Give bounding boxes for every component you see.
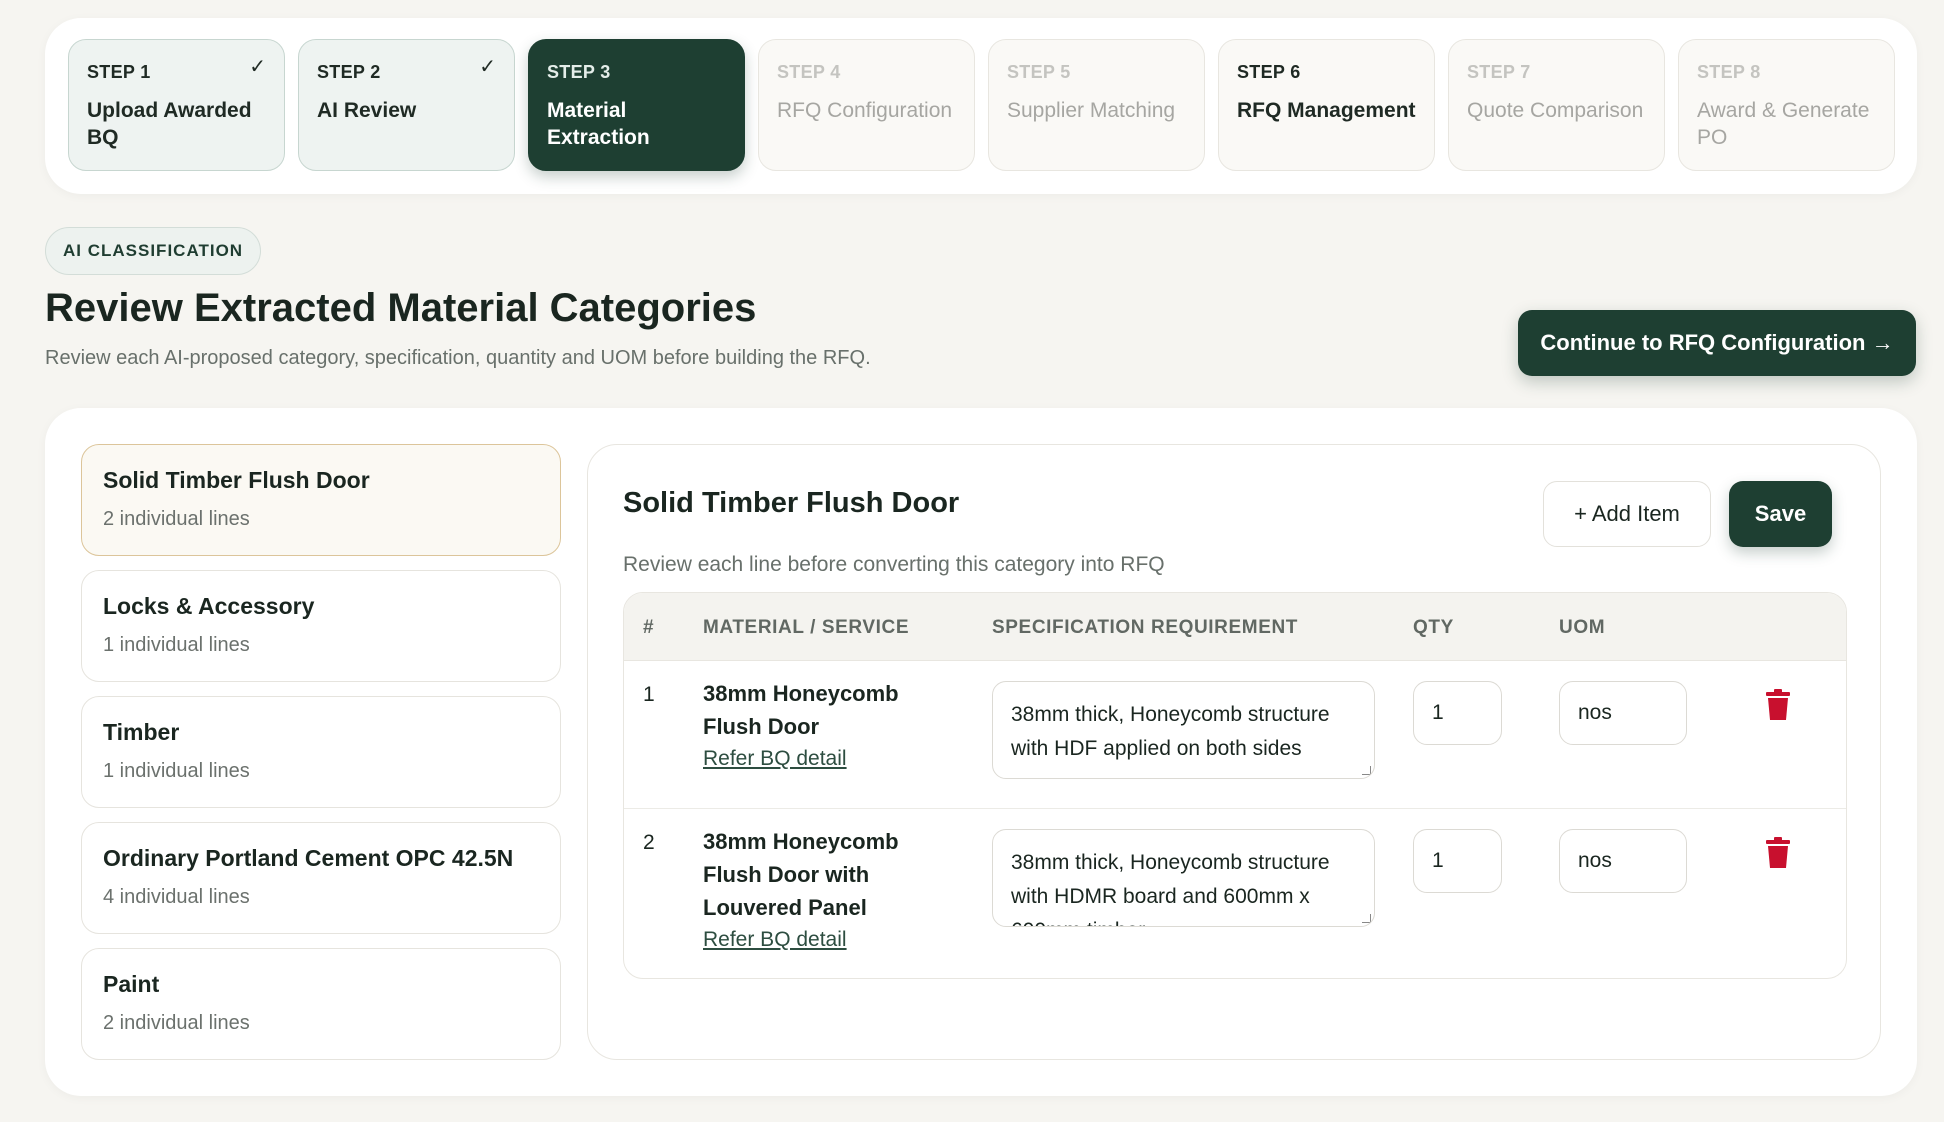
column-header-material: MATERIAL / SERVICE (703, 617, 910, 638)
step-label: Supplier Matching (1007, 99, 1176, 122)
column-header-uom: UOM (1559, 617, 1606, 638)
add-item-button[interactable]: + Add Item (1543, 481, 1711, 547)
step-label: Quote Comparison (1467, 99, 1644, 122)
category-name: Paint (103, 971, 160, 997)
material-cell: 38mm Honeycomb Flush Door with Louvered … (703, 825, 923, 952)
specification-text: 38mm thick, Honeycomb structure with HDF… (1011, 703, 1330, 760)
material-name-line: Flush Door with (703, 862, 870, 887)
category-name: Timber (103, 719, 180, 745)
category-count: 2 individual lines (103, 1012, 250, 1034)
page-subtitle: Review each AI-proposed category, specif… (45, 347, 871, 369)
specification-text: 38mm thick, Honeycomb structure with HDM… (1011, 851, 1330, 926)
refer-bq-detail-link[interactable]: Refer BQ detail (703, 928, 847, 952)
category-item-solid-timber-flush-door[interactable]: Solid Timber Flush Door 2 individual lin… (81, 444, 561, 556)
qty-input[interactable]: 1 (1413, 829, 1502, 893)
detail-title: Solid Timber Flush Door (623, 487, 960, 519)
resize-handle-icon[interactable] (1362, 914, 1371, 923)
column-header-number: # (643, 617, 655, 638)
items-table: # MATERIAL / SERVICE SPECIFICATION REQUI… (623, 592, 1847, 979)
trash-icon[interactable] (1765, 837, 1791, 869)
material-name-line: 38mm Honeycomb (703, 829, 899, 854)
table-row: 2 38mm Honeycomb Flush Door with Louvere… (624, 809, 1846, 978)
category-item-timber[interactable]: Timber 1 individual lines (81, 696, 561, 808)
step-4[interactable]: STEP 4 RFQ Configuration (758, 39, 975, 171)
check-icon: ✓ (479, 56, 496, 78)
step-number: STEP 1 (87, 62, 151, 82)
stepper-card: STEP 1 ✓ Upload Awarded BQ STEP 2 ✓ AI R… (45, 18, 1917, 194)
refer-bq-detail-link[interactable]: Refer BQ detail (703, 747, 847, 771)
step-label: RFQ Configuration (777, 99, 953, 122)
step-label: RFQ Management (1237, 99, 1416, 122)
step-number: STEP 6 (1237, 62, 1301, 82)
material-cell: 38mm Honeycomb Flush Door Refer BQ detai… (703, 677, 923, 771)
table-row: 1 38mm Honeycomb Flush Door Refer BQ det… (624, 661, 1846, 809)
category-count: 1 individual lines (103, 634, 250, 656)
trash-icon[interactable] (1765, 689, 1791, 721)
step-3[interactable]: STEP 3 Material Extraction (528, 39, 745, 171)
step-number: STEP 7 (1467, 62, 1531, 82)
step-7[interactable]: STEP 7 Quote Comparison (1448, 39, 1665, 171)
step-label: Award & Generate PO (1697, 99, 1870, 149)
category-name: Solid Timber Flush Door (103, 467, 370, 493)
detail-subtitle: Review each line before converting this … (623, 553, 1165, 576)
category-item-locks-accessory[interactable]: Locks & Accessory 1 individual lines (81, 570, 561, 682)
continue-to-rfq-button[interactable]: Continue to RFQ Configuration → (1518, 310, 1916, 376)
specification-textarea[interactable]: 38mm thick, Honeycomb structure with HDM… (992, 829, 1375, 927)
resize-handle-icon[interactable] (1362, 766, 1371, 775)
category-item-paint[interactable]: Paint 2 individual lines (81, 948, 561, 1060)
material-name-line: Louvered Panel (703, 895, 867, 920)
row-number: 2 (643, 831, 655, 854)
main-card: Solid Timber Flush Door 2 individual lin… (45, 408, 1917, 1096)
stepper: STEP 1 ✓ Upload Awarded BQ STEP 2 ✓ AI R… (68, 39, 1895, 171)
page-title: Review Extracted Material Categories (45, 286, 757, 330)
step-label: Upload Awarded BQ (87, 99, 252, 149)
specification-textarea[interactable]: 38mm thick, Honeycomb structure with HDF… (992, 681, 1375, 779)
step-number: STEP 4 (777, 62, 841, 82)
category-item-opc-cement[interactable]: Ordinary Portland Cement OPC 42.5N 4 ind… (81, 822, 561, 934)
step-6[interactable]: STEP 6 RFQ Management (1218, 39, 1435, 171)
step-8[interactable]: STEP 8 Award & Generate PO (1678, 39, 1895, 171)
column-header-specification: SPECIFICATION REQUIREMENT (992, 617, 1298, 638)
step-label: AI Review (317, 99, 417, 122)
category-count: 1 individual lines (103, 760, 250, 782)
check-icon: ✓ (249, 56, 266, 78)
qty-input[interactable]: 1 (1413, 681, 1502, 745)
material-name-line: 38mm Honeycomb (703, 681, 899, 706)
save-button[interactable]: Save (1729, 481, 1832, 547)
category-count: 2 individual lines (103, 508, 250, 530)
table-header: # MATERIAL / SERVICE SPECIFICATION REQUI… (624, 593, 1846, 661)
step-2[interactable]: STEP 2 ✓ AI Review (298, 39, 515, 171)
step-number: STEP 3 (547, 62, 611, 82)
step-5[interactable]: STEP 5 Supplier Matching (988, 39, 1205, 171)
category-name: Ordinary Portland Cement OPC 42.5N (103, 845, 514, 871)
step-number: STEP 5 (1007, 62, 1071, 82)
category-list: Solid Timber Flush Door 2 individual lin… (81, 444, 561, 1074)
category-name: Locks & Accessory (103, 593, 315, 619)
uom-input[interactable]: nos (1559, 681, 1687, 745)
ai-classification-badge: AI CLASSIFICATION (45, 227, 262, 275)
category-detail-panel: Solid Timber Flush Door Review each line… (587, 444, 1881, 1060)
column-header-qty: QTY (1413, 617, 1454, 638)
material-name-line: Flush Door (703, 714, 820, 739)
step-1[interactable]: STEP 1 ✓ Upload Awarded BQ (68, 39, 285, 171)
uom-input[interactable]: nos (1559, 829, 1687, 893)
step-label: Material Extraction (547, 99, 650, 149)
step-number: STEP 8 (1697, 62, 1761, 82)
step-number: STEP 2 (317, 62, 381, 82)
row-number: 1 (643, 683, 655, 706)
category-count: 4 individual lines (103, 886, 250, 908)
